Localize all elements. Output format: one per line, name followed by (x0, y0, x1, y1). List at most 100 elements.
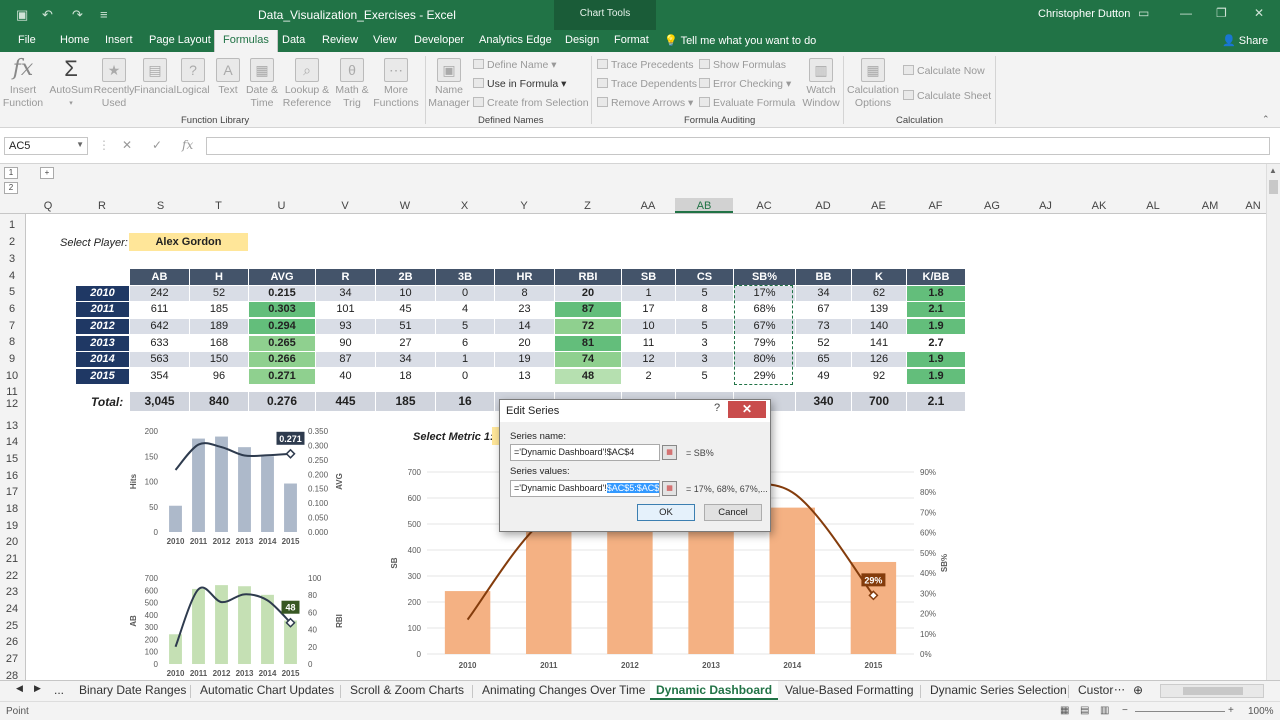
maximize-icon[interactable]: ❐ (1216, 6, 1227, 20)
column-header[interactable]: AK (1072, 200, 1126, 212)
evaluate-formula-button[interactable]: Evaluate Formula (699, 97, 795, 109)
zoom-in-icon[interactable]: + (1228, 705, 1234, 716)
table-cell[interactable]: 67 (796, 302, 851, 317)
table-cell[interactable]: 3 (676, 336, 733, 351)
table-cell[interactable]: 140 (852, 319, 906, 334)
table-cell[interactable]: 12 (622, 352, 675, 367)
define-name-button[interactable]: Define Name ▾ (473, 59, 556, 71)
expand-group-button[interactable]: + (40, 167, 54, 179)
row-header[interactable]: 5 (0, 286, 24, 298)
table-cell[interactable]: 6 (436, 336, 494, 351)
table-cell[interactable]: 34 (376, 352, 435, 367)
calculate-sheet-button[interactable]: Calculate Sheet (903, 90, 991, 102)
table-cell[interactable]: 51 (376, 319, 435, 334)
row-header[interactable]: 26 (0, 636, 24, 648)
table-cell[interactable]: 0.265 (249, 336, 315, 351)
error-checking-button[interactable]: Error Checking ▾ (699, 78, 791, 90)
enter-icon[interactable]: ✓ (152, 138, 162, 152)
row-header[interactable]: 7 (0, 320, 24, 332)
table-cell[interactable]: 62 (852, 286, 906, 301)
row-header[interactable]: 12 (0, 398, 24, 410)
table-cell[interactable]: 4 (436, 302, 494, 317)
table-cell[interactable]: 0 (436, 286, 494, 301)
table-cell[interactable]: 45 (376, 302, 435, 317)
column-header[interactable]: AM (1180, 200, 1240, 212)
table-cell[interactable]: 242 (130, 286, 189, 301)
table-cell[interactable]: 139 (852, 302, 906, 317)
ok-button[interactable]: OK (637, 504, 695, 521)
column-header[interactable]: X (435, 200, 494, 212)
row-header[interactable]: 14 (0, 436, 24, 448)
tab-review[interactable]: Review (322, 34, 358, 46)
scroll-thumb[interactable] (1269, 180, 1278, 194)
total-cell[interactable]: 340 (796, 392, 851, 411)
total-cell[interactable]: 2.1 (907, 392, 965, 411)
tab-home[interactable]: Home (60, 34, 89, 46)
more-functions-button[interactable]: ⋯ More Functions (370, 58, 422, 110)
row-header[interactable]: 25 (0, 620, 24, 632)
column-header[interactable]: Q (34, 200, 62, 212)
column-header[interactable]: AF (906, 200, 965, 212)
row-header[interactable]: 20 (0, 536, 24, 548)
series-name-input[interactable]: ='Dynamic Dashboard'!$AC$4 (510, 444, 660, 461)
scroll-thumb[interactable] (1183, 687, 1243, 695)
horizontal-scrollbar[interactable] (1160, 684, 1264, 698)
table-cell[interactable]: 96 (190, 369, 248, 384)
table-cell[interactable]: 92 (852, 369, 906, 384)
row-header[interactable]: 27 (0, 653, 24, 665)
table-cell[interactable]: 52 (796, 336, 851, 351)
table-cell[interactable]: 87 (555, 302, 621, 317)
math-trig-button[interactable]: θ Math & Trig (332, 58, 372, 110)
zoom-level[interactable]: 100% (1248, 706, 1274, 717)
table-cell[interactable]: 81 (555, 336, 621, 351)
table-cell[interactable]: 2.7 (907, 336, 965, 351)
fx-icon[interactable]: fx (182, 138, 193, 152)
redo-icon[interactable]: ↷ (72, 7, 83, 23)
table-cell[interactable]: 34 (316, 286, 375, 301)
zoom-out-icon[interactable]: − (1122, 705, 1128, 716)
text-button[interactable]: A Text (212, 58, 244, 97)
row-header[interactable]: 2 (0, 236, 24, 248)
row-header[interactable]: 4 (0, 270, 24, 282)
vertical-scrollbar[interactable]: ▲ (1266, 164, 1280, 680)
add-sheet-icon[interactable]: ⊕ (1133, 683, 1143, 697)
row-header[interactable]: 19 (0, 520, 24, 532)
table-cell[interactable]: 5 (676, 286, 733, 301)
row-header[interactable]: 10 (0, 370, 24, 382)
total-cell[interactable]: 16 (436, 392, 494, 411)
tab-analytics-edge[interactable]: Analytics Edge (479, 34, 552, 46)
table-cell[interactable]: 642 (130, 319, 189, 334)
recently-used-button[interactable]: ★ Recently Used (93, 58, 135, 110)
table-cell[interactable]: 185 (190, 302, 248, 317)
table-cell[interactable]: 18 (376, 369, 435, 384)
close-icon[interactable]: ✕ (1254, 6, 1264, 20)
table-cell[interactable]: 1.9 (907, 319, 965, 334)
table-cell[interactable]: 1.9 (907, 369, 965, 384)
row-header[interactable]: 15 (0, 453, 24, 465)
table-cell[interactable]: 611 (130, 302, 189, 317)
table-cell[interactable]: 1 (622, 286, 675, 301)
table-cell[interactable]: 65 (796, 352, 851, 367)
table-cell[interactable]: 20 (495, 336, 554, 351)
row-header[interactable]: 24 (0, 603, 24, 615)
table-cell[interactable]: 52 (190, 286, 248, 301)
insert-function-button[interactable]: fx Insert Function (2, 58, 44, 110)
table-cell[interactable]: 87 (316, 352, 375, 367)
column-header[interactable]: R (72, 200, 132, 212)
column-header[interactable]: S (132, 200, 189, 212)
table-cell[interactable]: 150 (190, 352, 248, 367)
row-header[interactable]: 6 (0, 303, 24, 315)
sheet-tab-scroll-zoom-charts[interactable]: Scroll & Zoom Charts (350, 683, 464, 697)
more-sheets-icon[interactable]: ⋯ (1114, 683, 1125, 696)
range-picker-icon[interactable]: ▦ (662, 445, 677, 460)
row-header[interactable]: 22 (0, 570, 24, 582)
sheet-tab-value-based-formatting[interactable]: Value-Based Formatting (785, 683, 914, 697)
table-cell[interactable]: 48 (555, 369, 621, 384)
name-manager-button[interactable]: ▣ Name Manager (427, 58, 471, 110)
tab-developer[interactable]: Developer (414, 34, 464, 46)
tab-insert[interactable]: Insert (105, 34, 133, 46)
column-header[interactable]: AN (1240, 200, 1266, 212)
table-cell[interactable]: 1 (436, 352, 494, 367)
row-header[interactable]: 23 (0, 586, 24, 598)
undo-icon[interactable]: ↶ (42, 7, 53, 23)
